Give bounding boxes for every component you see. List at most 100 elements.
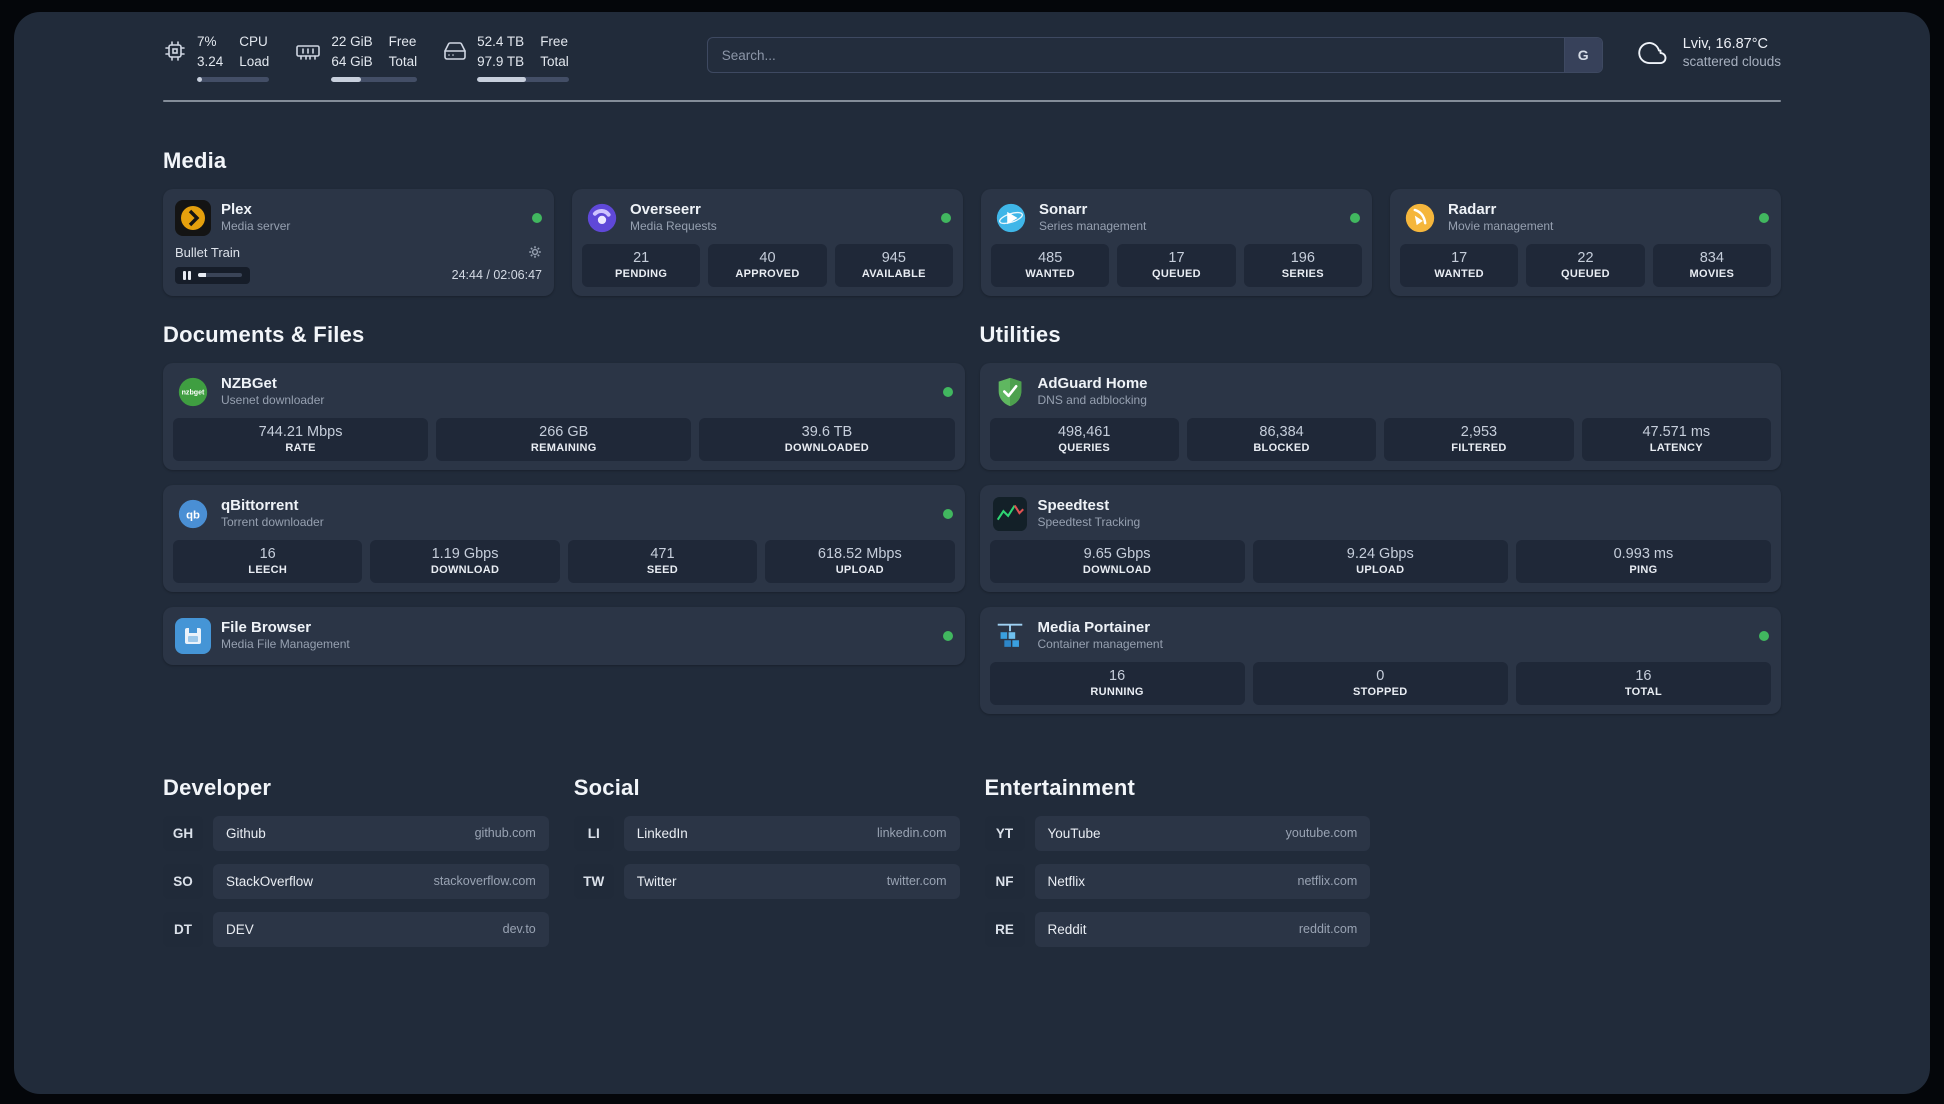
qbittorrent-icon: qb — [175, 496, 211, 532]
service-card-plex[interactable]: Plex Media server Bullet Train 24:44 / 0… — [163, 188, 554, 296]
playback-progressbar — [197, 273, 242, 277]
disk-free-label: Free — [540, 34, 568, 49]
service-name: Media Portainer — [1037, 618, 1151, 636]
stat-tile: 945 AVAILABLE — [834, 243, 953, 287]
stat-tile: 86,384 BLOCKED — [1186, 417, 1377, 461]
bookmark-url: reddit.com — [1298, 922, 1358, 936]
service-name: qBittorrent — [221, 496, 299, 514]
status-dot — [942, 508, 953, 519]
stat-tile: 0.993 ms PING — [1515, 539, 1772, 583]
service-card-sonarr[interactable]: Sonarr Series management 485 WANTED 17 Q… — [981, 188, 1372, 296]
status-dot — [942, 630, 953, 641]
disk-total-value: 97.9 TB — [477, 54, 525, 70]
service-name: File Browser — [221, 618, 312, 636]
bookmark-abbr: GH — [163, 815, 203, 851]
weather-location: Lviv, 16.87°C — [1682, 36, 1769, 52]
bookmark-abbr: RE — [984, 911, 1025, 947]
bookmark-name: LinkedIn — [636, 825, 688, 841]
bookmark-url: linkedin.com — [877, 826, 947, 840]
service-subtitle: DNS and adblocking — [1037, 393, 1147, 408]
service-name: Radarr — [1448, 200, 1497, 218]
stat-tile: 17 WANTED — [1400, 243, 1519, 287]
svg-text:nzbget: nzbget — [182, 388, 205, 396]
service-subtitle: Torrent downloader — [221, 515, 324, 530]
memory-progress-fill — [331, 76, 361, 82]
pause-button[interactable] — [175, 266, 250, 284]
bookmark-grid-spacer — [1395, 775, 1781, 960]
bookmark-url: dev.to — [502, 922, 536, 936]
bookmark-abbr: YT — [984, 815, 1025, 851]
service-name: Overseerr — [630, 200, 701, 218]
service-card-radarr[interactable]: Radarr Movie management 17 WANTED 22 QUE… — [1390, 188, 1781, 296]
speedtest-icon — [992, 496, 1028, 532]
service-subtitle: Container management — [1037, 637, 1163, 652]
service-subtitle: Series management — [1039, 219, 1147, 234]
service-name: AdGuard Home — [1037, 374, 1148, 392]
status-dot — [942, 386, 953, 397]
bookmark-linkedin[interactable]: LI LinkedIn linkedin.com — [573, 815, 960, 851]
bookmark-group-social: Social LI LinkedIn linkedin.com TW Twitt… — [573, 774, 960, 960]
bookmark-netflix[interactable]: NF Netflix netflix.com — [984, 863, 1371, 899]
disk-widget: 52.4 TB 97.9 TB Free Total — [443, 32, 569, 82]
playback-progress-fill — [197, 273, 207, 277]
cpu-load-value: 3.24 — [197, 54, 224, 70]
bookmark-url: twitter.com — [886, 874, 947, 888]
disk-total-label: Total — [540, 54, 569, 70]
stat-tile: 2,953 FILTERED — [1384, 417, 1574, 461]
plex-now-playing: Bullet Train 24:44 / 02:06:47 — [173, 245, 544, 286]
stat-tile: 744.21 Mbps RATE — [173, 417, 429, 461]
stat-tile: 16 LEECH — [173, 539, 363, 583]
search-provider-button[interactable]: G — [1563, 38, 1602, 72]
service-card-filebrowser[interactable]: File Browser Media File Management — [163, 606, 965, 665]
cpu-progressbar — [197, 76, 270, 82]
service-card-adguard[interactable]: AdGuard Home DNS and adblocking 498,461 … — [979, 362, 1781, 470]
bookmark-url: netflix.com — [1297, 874, 1358, 888]
bookmark-abbr: NF — [984, 863, 1025, 899]
stat-tile: 9.24 Gbps UPLOAD — [1252, 539, 1508, 583]
stat-tile: 1.19 Gbps DOWNLOAD — [370, 539, 560, 583]
stat-tile: 22 QUEUED — [1526, 243, 1645, 287]
stat-tile: 471 SEED — [567, 539, 758, 583]
dashboard-content: 7% 3.24 CPU Load 22 GiB 64 GiB Free Tota… — [163, 12, 1781, 960]
bookmark-twitter[interactable]: TW Twitter twitter.com — [573, 863, 960, 899]
top-bar: 7% 3.24 CPU Load 22 GiB 64 GiB Free Tota… — [163, 32, 1781, 82]
stat-tile: 47.571 ms LATENCY — [1581, 417, 1771, 461]
status-dot — [941, 212, 951, 223]
service-card-portainer[interactable]: Media Portainer Container management 16 … — [979, 606, 1781, 714]
memory-total-value: 64 GiB — [331, 54, 373, 70]
bookmarks-area: Developer GH Github github.com SO StackO… — [163, 775, 1781, 960]
stat-tile: 196 SERIES — [1243, 243, 1362, 287]
memory-widget: 22 GiB 64 GiB Free Total — [295, 32, 418, 82]
status-dot — [532, 212, 542, 223]
bookmark-name: YouTube — [1047, 825, 1101, 841]
service-card-overseerr[interactable]: Overseerr Media Requests 21 PENDING 40 A… — [572, 188, 963, 296]
radarr-icon — [1402, 200, 1438, 236]
section-title-social: Social — [573, 774, 640, 800]
cpu-widget: 7% 3.24 CPU Load — [163, 32, 270, 82]
service-name: Plex — [221, 200, 252, 218]
gear-icon[interactable] — [528, 245, 542, 259]
utilities-column: Utilities AdGuard Home DNS and adblockin… — [979, 322, 1781, 729]
bookmark-url: github.com — [474, 826, 536, 840]
memory-free-value: 22 GiB — [331, 34, 373, 49]
service-card-speedtest[interactable]: Speedtest Speedtest Tracking 9.65 Gbps D… — [979, 484, 1781, 592]
cpu-progress-fill — [197, 76, 203, 82]
service-card-qbittorrent[interactable]: qb qBittorrent Torrent downloader 16 LEE… — [163, 484, 965, 592]
bookmark-dev[interactable]: DT DEV dev.to — [163, 911, 549, 947]
service-card-nzbget[interactable]: nzbget NZBGet Usenet downloader 744.21 M… — [163, 362, 965, 470]
bookmark-abbr: SO — [163, 863, 203, 899]
bookmark-github[interactable]: GH Github github.com — [163, 815, 549, 851]
adguard-icon — [992, 374, 1028, 410]
cpu-load-label: Load — [239, 54, 270, 70]
bookmark-stackoverflow[interactable]: SO StackOverflow stackoverflow.com — [163, 863, 549, 899]
now-playing-title: Bullet Train — [175, 244, 241, 260]
bookmark-name: DEV — [226, 921, 254, 937]
section-title-entertainment: Entertainment — [984, 774, 1136, 800]
bookmark-name: StackOverflow — [226, 873, 314, 889]
search-input[interactable] — [706, 37, 1603, 73]
bookmark-reddit[interactable]: RE Reddit reddit.com — [984, 911, 1371, 947]
bookmark-youtube[interactable]: YT YouTube youtube.com — [984, 815, 1371, 851]
stat-tile: 618.52 Mbps UPLOAD — [765, 539, 955, 583]
stat-tile: 39.6 TB DOWNLOADED — [699, 417, 955, 461]
service-subtitle: Media server — [221, 219, 291, 234]
